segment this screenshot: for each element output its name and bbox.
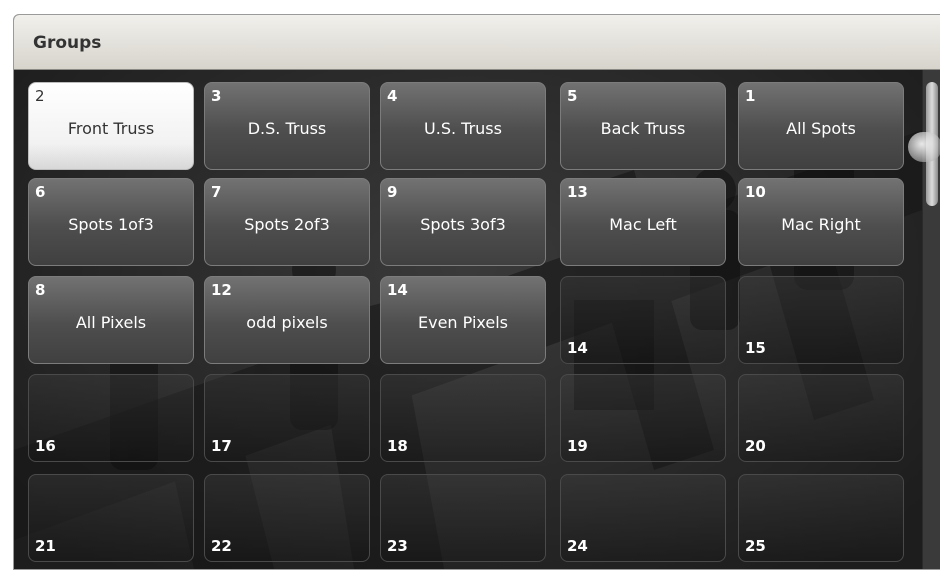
group-number: 24 <box>567 537 588 555</box>
group-tile[interactable]: 9 Spots 3of3 <box>380 178 546 266</box>
group-number: 10 <box>745 183 766 201</box>
group-tile[interactable]: 5 Back Truss <box>560 82 726 170</box>
group-number: 6 <box>35 183 46 201</box>
group-number: 21 <box>35 537 56 555</box>
group-number: 22 <box>211 537 232 555</box>
group-number: 19 <box>567 437 588 455</box>
group-tile[interactable]: 20 <box>738 374 904 462</box>
group-number: 7 <box>211 183 222 201</box>
group-number: 23 <box>387 537 408 555</box>
group-number: 5 <box>567 87 578 105</box>
window-title: Groups <box>33 33 102 53</box>
group-tile[interactable]: 19 <box>560 374 726 462</box>
group-tile[interactable]: 13 Mac Left <box>560 178 726 266</box>
group-tile[interactable]: 3 D.S. Truss <box>204 82 370 170</box>
group-tile[interactable]: 4 U.S. Truss <box>380 82 546 170</box>
group-number: 16 <box>35 437 56 455</box>
group-number: 14 <box>387 281 408 299</box>
group-name: All Pixels <box>75 313 147 332</box>
group-number: 13 <box>567 183 588 201</box>
scrollbar-thumb[interactable] <box>908 82 940 206</box>
group-name: Back Truss <box>600 119 686 138</box>
group-tile[interactable]: 25 <box>738 474 904 562</box>
group-name: All Spots <box>786 119 856 138</box>
groups-window: Groups 2 Front Truss 3 D.S. Truss 4 U.S.… <box>13 14 940 570</box>
group-number: 17 <box>211 437 232 455</box>
group-number: 18 <box>387 437 408 455</box>
group-name: Mac Right <box>781 215 861 234</box>
group-name: odd pixels <box>246 313 328 332</box>
group-tile[interactable]: 6 Spots 1of3 <box>28 178 194 266</box>
group-tile[interactable]: 22 <box>204 474 370 562</box>
group-name: Spots 1of3 <box>68 215 154 234</box>
group-tile[interactable]: 14 <box>560 276 726 364</box>
group-tile[interactable]: 16 <box>28 374 194 462</box>
group-tile[interactable]: 8 All Pixels <box>28 276 194 364</box>
group-tile[interactable]: 15 <box>738 276 904 364</box>
group-number: 9 <box>387 183 398 201</box>
group-name: Spots 3of3 <box>420 215 506 234</box>
group-number: 3 <box>211 87 222 105</box>
group-number: 1 <box>745 87 756 105</box>
group-tile[interactable]: 2 Front Truss <box>28 82 194 170</box>
group-tile[interactable]: 7 Spots 2of3 <box>204 178 370 266</box>
group-tile[interactable]: 21 <box>28 474 194 562</box>
scroll-grip-icon[interactable] <box>908 132 940 162</box>
group-name: Spots 2of3 <box>244 215 330 234</box>
group-number: 8 <box>35 281 46 299</box>
groups-grid: 2 Front Truss 3 D.S. Truss 4 U.S. Truss 5 Back … <box>14 70 922 569</box>
group-tile[interactable]: 17 <box>204 374 370 462</box>
group-tile[interactable]: 10 Mac Right <box>738 178 904 266</box>
group-name: Mac Left <box>609 215 677 234</box>
vertical-scrollbar[interactable] <box>908 70 940 569</box>
group-name: U.S. Truss <box>424 119 502 138</box>
group-name: D.S. Truss <box>247 119 327 138</box>
group-tile[interactable]: 23 <box>380 474 546 562</box>
group-tile[interactable]: 18 <box>380 374 546 462</box>
group-number: 12 <box>211 281 232 299</box>
group-tile[interactable]: 14 Even Pixels <box>380 276 546 364</box>
group-tile[interactable]: 12 odd pixels <box>204 276 370 364</box>
group-number: 25 <box>745 537 766 555</box>
group-number: 4 <box>387 87 398 105</box>
group-tile[interactable]: 24 <box>560 474 726 562</box>
group-name: Even Pixels <box>418 313 508 332</box>
group-number: 14 <box>567 339 588 357</box>
group-number: 20 <box>745 437 766 455</box>
group-number: 15 <box>745 339 766 357</box>
group-name: Front Truss <box>67 119 155 138</box>
window-titlebar: Groups <box>14 15 940 70</box>
group-tile[interactable]: 1 All Spots <box>738 82 904 170</box>
group-number: 2 <box>35 87 45 105</box>
